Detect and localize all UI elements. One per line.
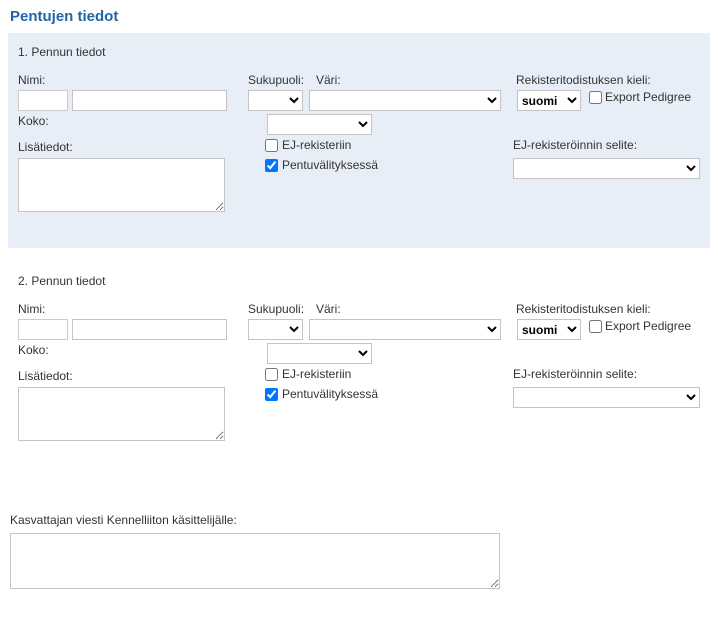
label-pentuvalityksessa: Pentuvälityksessä xyxy=(282,158,378,172)
label-ej-selite: EJ-rekisteröinnin selite: xyxy=(513,367,700,381)
color-select[interactable] xyxy=(309,319,501,340)
label-sukupuoli: Sukupuoli: xyxy=(248,302,304,316)
label-rek-kieli: Rekisteritodistuksen kieli: xyxy=(516,302,651,316)
label-sukupuoli: Sukupuoli: xyxy=(248,73,304,87)
puppy-block-1: 1. Pennun tiedot Nimi: Sukupuoli: Väri: … xyxy=(8,33,710,248)
label-vari: Väri: xyxy=(316,73,341,87)
size-select[interactable] xyxy=(267,343,372,364)
name-input[interactable] xyxy=(72,90,227,111)
language-select[interactable]: suomi xyxy=(517,90,581,111)
pentuvalityksessa-checkbox[interactable] xyxy=(265,159,278,172)
label-ej-rekisteriin: EJ-rekisteriin xyxy=(282,367,351,381)
label-export-pedigree: Export Pedigree xyxy=(605,90,691,104)
puppy-2-heading: 2. Pennun tiedot xyxy=(18,274,700,288)
label-breeder-message: Kasvattajan viesti Kennelliiton käsittel… xyxy=(10,513,237,527)
puppy-1-heading: 1. Pennun tiedot xyxy=(18,45,700,59)
label-pentuvalityksessa: Pentuvälityksessä xyxy=(282,387,378,401)
ej-rekisteriin-checkbox[interactable] xyxy=(265,139,278,152)
label-nimi: Nimi: xyxy=(18,73,45,87)
export-pedigree-checkbox[interactable] xyxy=(589,91,602,104)
page-title: Pentujen tiedot xyxy=(10,8,710,25)
name-input[interactable] xyxy=(72,319,227,340)
pentuvalityksessa-checkbox[interactable] xyxy=(265,388,278,401)
label-lisatiedot: Lisätiedot: xyxy=(18,369,73,383)
ej-selite-select[interactable] xyxy=(513,387,700,408)
lisatiedot-textarea[interactable] xyxy=(18,158,225,212)
sex-select[interactable] xyxy=(248,90,303,111)
kennel-name-prefix xyxy=(18,90,68,111)
puppy-block-2: 2. Pennun tiedot Nimi: Sukupuoli: Väri: … xyxy=(8,262,710,477)
color-select[interactable] xyxy=(309,90,501,111)
sex-select[interactable] xyxy=(248,319,303,340)
label-ej-selite: EJ-rekisteröinnin selite: xyxy=(513,138,700,152)
label-vari: Väri: xyxy=(316,302,341,316)
label-koko: Koko: xyxy=(18,343,49,357)
label-rek-kieli: Rekisteritodistuksen kieli: xyxy=(516,73,651,87)
size-select[interactable] xyxy=(267,114,372,135)
breeder-message-textarea[interactable] xyxy=(10,533,500,589)
label-export-pedigree: Export Pedigree xyxy=(605,319,691,333)
lisatiedot-textarea[interactable] xyxy=(18,387,225,441)
label-ej-rekisteriin: EJ-rekisteriin xyxy=(282,138,351,152)
label-lisatiedot: Lisätiedot: xyxy=(18,140,73,154)
ej-selite-select[interactable] xyxy=(513,158,700,179)
label-koko: Koko: xyxy=(18,114,49,128)
export-pedigree-checkbox[interactable] xyxy=(589,320,602,333)
language-select[interactable]: suomi xyxy=(517,319,581,340)
label-nimi: Nimi: xyxy=(18,302,45,316)
kennel-name-prefix xyxy=(18,319,68,340)
ej-rekisteriin-checkbox[interactable] xyxy=(265,368,278,381)
